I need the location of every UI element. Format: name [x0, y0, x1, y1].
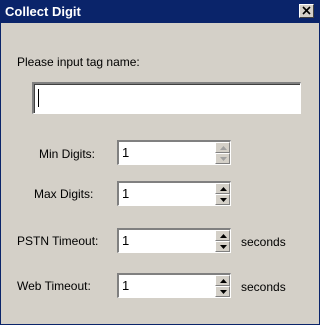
- max-digits-down-button[interactable]: [215, 194, 230, 205]
- web-timeout-spinner[interactable]: 1: [117, 273, 231, 298]
- text-caret: [38, 89, 39, 107]
- spin-down-arrow-icon: [220, 290, 227, 294]
- spin-up-arrow-icon: [220, 187, 227, 191]
- web-timeout-down-button[interactable]: [215, 286, 230, 297]
- min-digits-down-button[interactable]: [215, 153, 230, 164]
- pstn-timeout-down-button[interactable]: [215, 241, 230, 252]
- spin-down-arrow-icon: [220, 245, 227, 249]
- title-bar: Collect Digit: [1, 1, 319, 23]
- pstn-timeout-value: 1: [122, 233, 130, 248]
- collect-digit-dialog: Collect Digit Please input tag name: Min…: [0, 0, 320, 325]
- window-title: Collect Digit: [5, 4, 81, 19]
- pstn-timeout-spinner[interactable]: 1: [117, 228, 231, 253]
- web-timeout-up-button[interactable]: [215, 275, 230, 286]
- max-digits-up-button[interactable]: [215, 183, 230, 194]
- close-button[interactable]: [299, 4, 314, 18]
- tag-name-input[interactable]: [32, 82, 301, 114]
- max-digits-spinner[interactable]: 1: [117, 181, 231, 206]
- pstn-timeout-label: PSTN Timeout:: [17, 234, 99, 248]
- min-digits-up-button[interactable]: [215, 142, 230, 153]
- spin-down-arrow-icon: [220, 198, 227, 202]
- spin-up-arrow-icon: [220, 279, 227, 283]
- spin-up-arrow-icon: [220, 234, 227, 238]
- max-digits-value: 1: [122, 186, 130, 201]
- web-timeout-unit: seconds: [241, 280, 286, 294]
- max-digits-label: Max Digits:: [34, 187, 94, 201]
- spin-up-arrow-icon: [220, 146, 227, 150]
- web-timeout-label: Web Timeout:: [17, 279, 91, 293]
- web-timeout-value: 1: [122, 278, 130, 293]
- min-digits-value: 1: [122, 145, 130, 160]
- tag-name-label: Please input tag name:: [17, 55, 140, 69]
- close-icon: [302, 6, 311, 15]
- pstn-timeout-unit: seconds: [241, 235, 286, 249]
- spin-down-arrow-icon: [220, 157, 227, 161]
- min-digits-spinner[interactable]: 1: [117, 140, 231, 165]
- min-digits-label: Min Digits:: [39, 147, 96, 161]
- pstn-timeout-up-button[interactable]: [215, 230, 230, 241]
